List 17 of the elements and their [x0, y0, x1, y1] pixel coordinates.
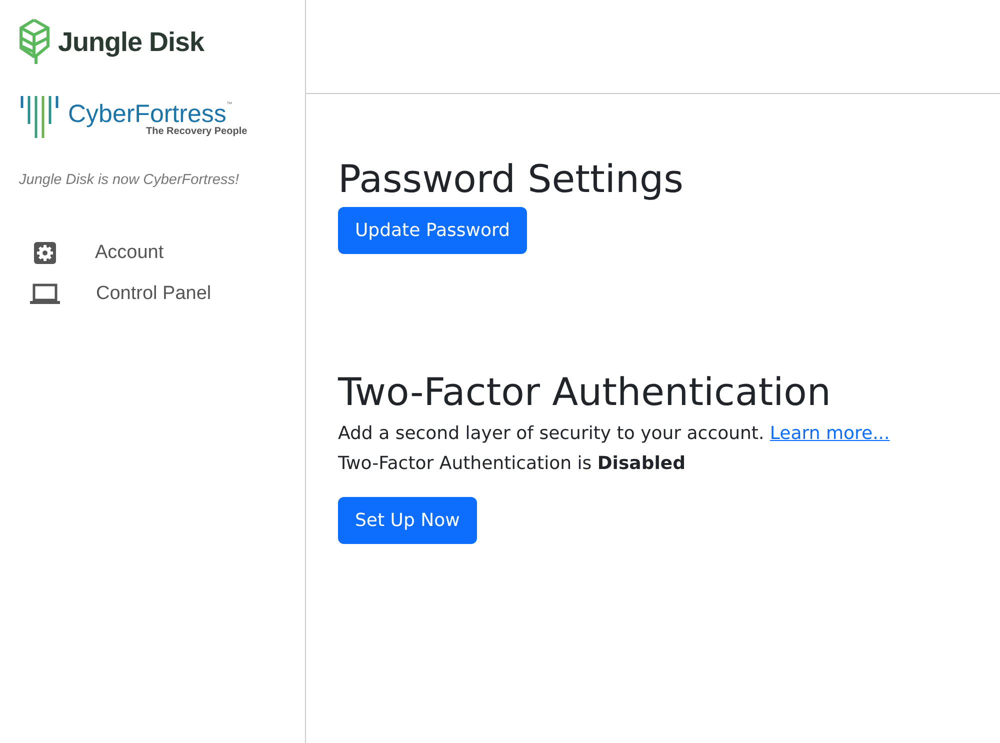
rebrand-notice: Jungle Disk is now CyberFortress!: [18, 171, 240, 190]
brand-name: Jungle Disk: [58, 26, 204, 59]
settings-icon: [33, 240, 57, 265]
description-text: Add a second layer of security to your account. Learn more...: [338, 422, 891, 446]
bars-logo-icon: [20, 94, 60, 140]
learn-more-link[interactable]: Learn more...: [770, 423, 890, 444]
leaf-logo-icon: [19, 18, 50, 66]
nav-link[interactable]: Account: [0, 238, 305, 268]
laptop-icon: [30, 283, 60, 306]
set-up-button[interactable]: Set Up Now: [338, 497, 477, 544]
section-heading: Two-Factor Authentication: [338, 370, 832, 416]
update-password-button[interactable]: Update Password: [338, 206, 527, 254]
section-heading: Password Settings: [338, 157, 684, 203]
status-text: Two-Factor Authentication is Disabled: [338, 452, 686, 476]
company-tagline: The Recovery People: [146, 127, 248, 137]
company-name: CyberFortress: [68, 100, 226, 128]
nav-link[interactable]: Control Panel: [0, 267, 305, 309]
